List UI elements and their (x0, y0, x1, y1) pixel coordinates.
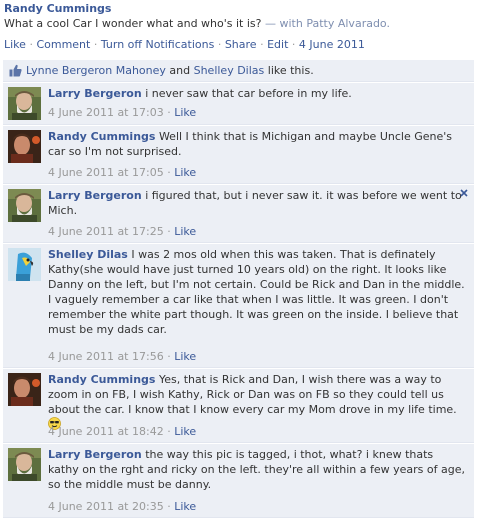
avatar[interactable] (8, 248, 41, 281)
comment-timestamp: 4 June 2011 at 20:35 (48, 500, 164, 513)
separator: · (291, 38, 296, 51)
comment-item: Shelley Dilas I was 2 mos old when this … (3, 244, 474, 368)
comment-author-link[interactable]: Larry Bergeron (48, 448, 142, 461)
tagged-with: — with Patty Alvarado. (265, 17, 390, 30)
comment-author-link[interactable]: Larry Bergeron (48, 189, 142, 202)
separator: · (167, 425, 171, 438)
comment-meta: 4 June 2011 at 17:25 · Like (48, 225, 196, 238)
likes-and: and (169, 64, 191, 77)
comment-meta: 4 June 2011 at 17:03 · Like (48, 106, 196, 119)
comment-timestamp: 4 June 2011 at 17:56 (48, 350, 164, 363)
comment-body: Larry Bergeron i never saw that car befo… (48, 86, 466, 101)
avatar[interactable] (8, 130, 41, 163)
comment-item: Larry Bergeron i figured that, but i nev… (3, 185, 474, 243)
thumbs-up-icon (9, 64, 22, 77)
with-prefix: — with (265, 17, 303, 30)
comment-link[interactable]: Comment (36, 38, 90, 51)
comment-timestamp: 4 June 2011 at 17:05 (48, 166, 164, 179)
separator: · (93, 38, 98, 51)
comment-author-link[interactable]: Randy Cummings (48, 130, 155, 143)
post-actions: Like · Comment · Turn off Notifications … (4, 38, 365, 51)
avatar[interactable] (8, 373, 41, 406)
comment-author-link[interactable]: Randy Cummings (48, 373, 155, 386)
comment-item: Randy Cummings Well I think that is Mich… (3, 126, 474, 184)
comment-timestamp: 4 June 2011 at 17:03 (48, 106, 164, 119)
comment-author-link[interactable]: Larry Bergeron (48, 87, 142, 100)
post-text: What a cool Car I wonder what and who's … (4, 17, 390, 30)
with-suffix: . (386, 17, 390, 30)
liker-link[interactable]: Shelley Dilas (194, 64, 265, 77)
liker-link[interactable]: Lynne Bergeron Mahoney (26, 64, 166, 77)
comment-text: I was 2 mos old when this was taken. Tha… (48, 248, 465, 336)
likes-suffix: like this. (267, 64, 314, 77)
tagged-person-link[interactable]: Patty Alvarado (306, 17, 386, 30)
avatar[interactable] (8, 87, 41, 120)
comment-like-link[interactable]: Like (174, 425, 196, 438)
comment-like-link[interactable]: Like (174, 106, 196, 119)
separator: · (167, 350, 171, 363)
comment-like-link[interactable]: Like (174, 225, 196, 238)
comment-author-link[interactable]: Shelley Dilas (48, 248, 128, 261)
post-date-link[interactable]: 4 June 2011 (299, 38, 365, 51)
comment-body: Shelley Dilas I was 2 mos old when this … (48, 247, 466, 337)
turn-off-notifications-link[interactable]: Turn off Notifications (101, 38, 214, 51)
separator: · (167, 225, 171, 238)
share-link[interactable]: Share (225, 38, 257, 51)
comment-body: Larry Bergeron the way this pic is tagge… (48, 447, 466, 492)
comment-meta: 4 June 2011 at 18:42 · Like (48, 425, 196, 438)
comment-meta: 4 June 2011 at 17:56 · Like (48, 350, 196, 363)
comment-item: Randy Cummings Yes, that is Rick and Dan… (3, 369, 474, 443)
comment-timestamp: 4 June 2011 at 18:42 (48, 425, 164, 438)
like-link[interactable]: Like (4, 38, 26, 51)
separator: · (260, 38, 264, 51)
comment-meta: 4 June 2011 at 20:35 · Like (48, 500, 196, 513)
separator: · (167, 500, 171, 513)
edit-link[interactable]: Edit (267, 38, 288, 51)
avatar[interactable] (8, 448, 41, 481)
comment-item: Larry Bergeron i never saw that car befo… (3, 83, 474, 125)
comment-timestamp: 4 June 2011 at 17:25 (48, 225, 164, 238)
comment-body: Randy Cummings Well I think that is Mich… (48, 129, 466, 159)
post-message: What a cool Car I wonder what and who's … (4, 17, 262, 30)
close-icon[interactable] (460, 189, 468, 197)
post-author[interactable]: Randy Cummings (4, 2, 111, 15)
comment-like-link[interactable]: Like (174, 166, 196, 179)
comment-like-link[interactable]: Like (174, 500, 196, 513)
comment-meta: 4 June 2011 at 17:05 · Like (48, 166, 196, 179)
likes-row: Lynne Bergeron Mahoney and Shelley Dilas… (3, 60, 474, 82)
separator: · (29, 38, 33, 51)
comment-item: Larry Bergeron the way this pic is tagge… (3, 444, 474, 518)
separator: · (217, 38, 222, 51)
comment-body: Larry Bergeron i figured that, but i nev… (48, 188, 466, 218)
comment-text: i never saw that car before in my life. (145, 87, 352, 100)
comment-like-link[interactable]: Like (174, 350, 196, 363)
avatar[interactable] (8, 189, 41, 222)
separator: · (167, 106, 171, 119)
separator: · (167, 166, 171, 179)
comment-body: Randy Cummings Yes, that is Rick and Dan… (48, 372, 466, 432)
